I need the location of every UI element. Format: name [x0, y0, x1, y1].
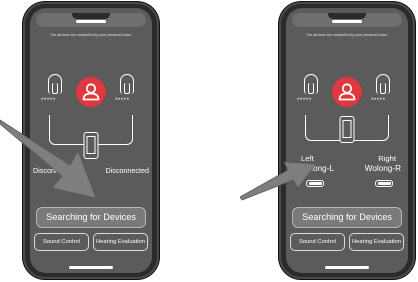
phone-mockup-disconnected: The devices are controlled by your perso…: [23, 2, 159, 279]
left-device-name[interactable]: Wolong-L: [299, 164, 334, 173]
home-indicator[interactable]: [325, 266, 369, 269]
left-device-status: Disconnected: [33, 166, 77, 175]
user-avatar-icon[interactable]: [76, 77, 106, 107]
device-diagram: ***** ***** Disconnected Disconnected: [30, 58, 152, 178]
right-device-name[interactable]: Wolong-R: [365, 164, 401, 173]
right-battery-icon: [375, 180, 393, 187]
smartphone-icon: [83, 132, 99, 159]
right-device-status: Disconnected: [105, 166, 149, 175]
status-bar: [36, 13, 146, 27]
right-hearing-aid-icon: [120, 74, 134, 94]
sound-control-button[interactable]: Sound Control: [34, 233, 89, 251]
voice-control-hint: The devices are controlled by your perso…: [305, 33, 389, 37]
right-device-dots: *****: [115, 98, 130, 104]
voice-control-hint: The devices are controlled by your perso…: [49, 33, 133, 37]
left-hearing-aid-icon: [48, 74, 62, 94]
left-device-dots: *****: [41, 98, 56, 104]
right-hearing-aid-icon: [376, 74, 390, 94]
notch: [72, 13, 110, 19]
app-screen: The devices are controlled by your perso…: [286, 8, 408, 273]
left-hearing-aid-icon: [304, 74, 318, 94]
home-indicator[interactable]: [69, 266, 113, 269]
left-device-dots: *****: [297, 98, 312, 104]
right-device-title: Right: [378, 154, 396, 163]
user-avatar-icon[interactable]: [332, 77, 362, 107]
left-device-title: Left: [301, 154, 314, 163]
hearing-evaluation-button[interactable]: Hearing Evaluation: [93, 233, 148, 251]
phone-mockup-connected: The devices are controlled by your perso…: [279, 2, 415, 279]
speaker-bar: [76, 20, 106, 23]
notch: [328, 13, 366, 19]
device-diagram: ***** ***** Left Right Wolong-L Wolong-R: [286, 58, 408, 187]
smartphone-icon: [339, 116, 355, 143]
left-battery-icon: [306, 180, 324, 187]
hearing-evaluation-button[interactable]: Hearing Evaluation: [349, 233, 404, 251]
app-screen: The devices are controlled by your perso…: [30, 8, 152, 273]
right-device-dots: *****: [371, 98, 386, 104]
searching-for-devices-button[interactable]: Searching for Devices: [292, 207, 402, 228]
speaker-bar: [332, 20, 362, 23]
status-bar: [292, 13, 402, 27]
sound-control-button[interactable]: Sound Control: [290, 233, 345, 251]
searching-for-devices-button[interactable]: Searching for Devices: [36, 207, 146, 228]
